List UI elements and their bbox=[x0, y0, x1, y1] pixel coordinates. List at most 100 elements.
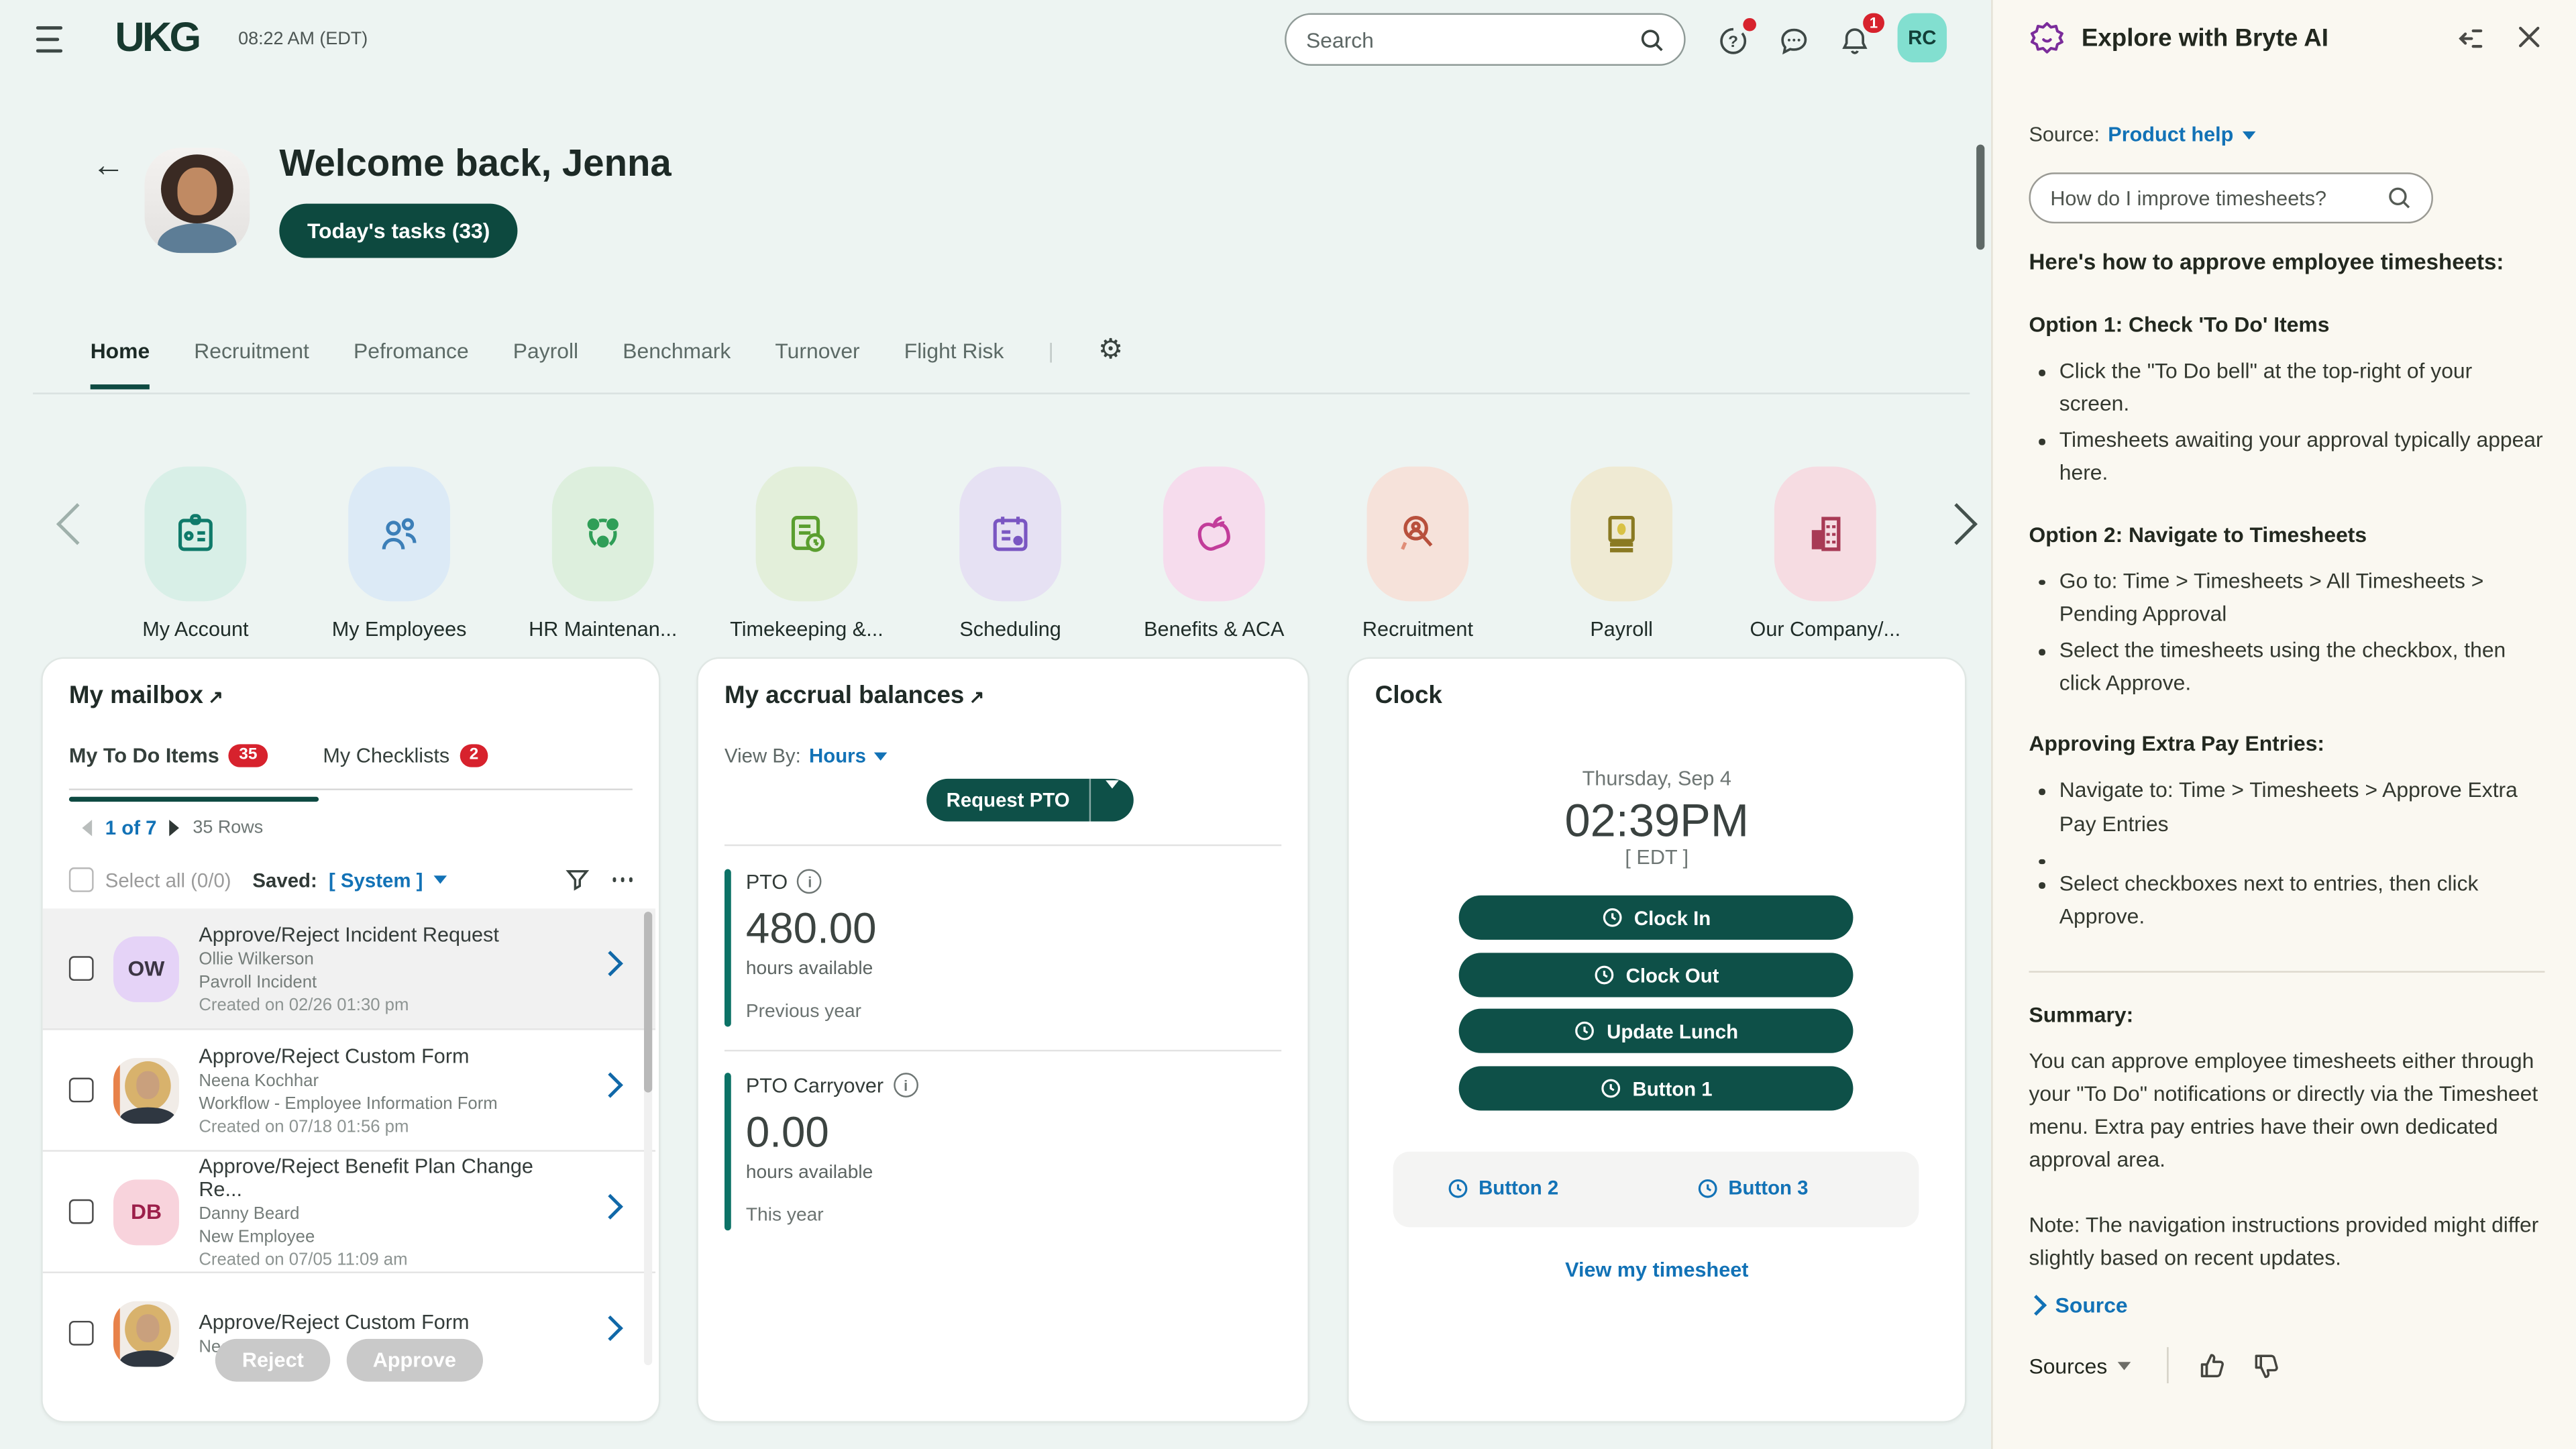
user-avatar[interactable]: RC bbox=[1898, 13, 1947, 62]
global-search-input[interactable]: Search bbox=[1285, 13, 1686, 66]
hamburger-menu-icon[interactable] bbox=[36, 26, 69, 52]
page-title: Welcome back, Jenna bbox=[279, 142, 671, 186]
view-my-timesheet-link[interactable]: View my timesheet bbox=[1349, 1258, 1965, 1281]
pto-balance: PTOi 480.00 hours available Previous yea… bbox=[724, 869, 1267, 1027]
button-1[interactable]: Button 1 bbox=[1459, 1066, 1854, 1110]
item-chevron-icon[interactable] bbox=[598, 1316, 623, 1341]
more-options-icon[interactable] bbox=[612, 877, 633, 881]
notifications-bell-icon[interactable]: 1 bbox=[1837, 23, 1873, 59]
sources-dropdown[interactable]: Sources bbox=[2029, 1353, 2107, 1378]
chevron-right-icon bbox=[2026, 1295, 2047, 1316]
tab-recruitment[interactable]: Recruitment bbox=[194, 338, 309, 384]
app-tile-hr-maintenance[interactable]: HR Maintenan... bbox=[513, 467, 693, 641]
source-caret-icon[interactable] bbox=[2242, 131, 2255, 139]
app-tile-recruitment[interactable]: Recruitment bbox=[1328, 467, 1508, 641]
request-pto-caret-icon[interactable] bbox=[1091, 789, 1134, 812]
thumbs-down-icon[interactable] bbox=[2252, 1351, 2280, 1379]
tab-turnover[interactable]: Turnover bbox=[775, 338, 859, 384]
divider bbox=[724, 1050, 1281, 1051]
active-tab-underline bbox=[69, 797, 319, 802]
thumbs-up-icon[interactable] bbox=[2198, 1351, 2226, 1379]
item-chevron-icon[interactable] bbox=[598, 1073, 623, 1098]
todo-item-custom-form-1[interactable]: Approve/Reject Custom Form Neena Kochhar… bbox=[43, 1030, 655, 1152]
approve-button[interactable]: Approve bbox=[347, 1339, 483, 1382]
tab-my-checklists[interactable]: My Checklists2 bbox=[323, 744, 488, 767]
chat-icon[interactable] bbox=[1776, 23, 1812, 59]
clock-in-button[interactable]: Clock In bbox=[1459, 896, 1854, 940]
external-link-icon[interactable]: ↗ bbox=[208, 688, 223, 708]
app-tile-benefits[interactable]: Benefits & ACA bbox=[1124, 467, 1304, 641]
bryte-ai-panel: Explore with Bryte AI Source: Product he… bbox=[1991, 0, 2576, 1449]
saved-label: Saved: bbox=[252, 868, 317, 891]
ukg-logo: UKG bbox=[115, 15, 199, 62]
info-icon[interactable]: i bbox=[894, 1073, 918, 1097]
info-icon[interactable]: i bbox=[798, 869, 822, 894]
close-icon[interactable] bbox=[2517, 24, 2542, 49]
clock-icon bbox=[1448, 1177, 1469, 1199]
bryte-search-input[interactable]: How do I improve timesheets? bbox=[2029, 172, 2432, 223]
back-arrow-icon[interactable]: ← bbox=[92, 148, 125, 185]
tab-flight-risk[interactable]: Flight Risk bbox=[904, 338, 1004, 384]
update-lunch-button[interactable]: Update Lunch bbox=[1459, 1009, 1854, 1053]
app-tile-my-employees[interactable]: My Employees bbox=[309, 467, 489, 641]
clock-icon bbox=[1600, 1078, 1621, 1099]
saved-filter-value[interactable]: [ System ] bbox=[329, 868, 423, 891]
clock-icon bbox=[1697, 1177, 1719, 1199]
saved-filter-caret-icon[interactable] bbox=[435, 875, 448, 883]
todays-tasks-button[interactable]: Today's tasks (33) bbox=[279, 204, 518, 258]
external-link-icon[interactable]: ↗ bbox=[969, 688, 985, 708]
svg-text:?: ? bbox=[1728, 33, 1738, 51]
help-icon[interactable]: ? bbox=[1715, 23, 1752, 59]
clock-card: Clock Thursday, Sep 4 02:39PM [ EDT ] Cl… bbox=[1347, 657, 1966, 1423]
app-tile-timekeeping[interactable]: Timekeeping &... bbox=[716, 467, 897, 641]
filter-funnel-icon[interactable] bbox=[564, 867, 589, 892]
apple-icon bbox=[1163, 467, 1265, 602]
tab-performance[interactable]: Pefromance bbox=[354, 338, 469, 384]
view-by-label: View By: bbox=[724, 744, 801, 767]
app-tile-scheduling[interactable]: Scheduling bbox=[920, 467, 1100, 641]
app-tile-payroll[interactable]: Payroll bbox=[1531, 467, 1711, 641]
item-checkbox[interactable] bbox=[69, 1078, 94, 1103]
buildings-icon bbox=[1774, 467, 1876, 602]
note-text: Note: The navigation instructions provid… bbox=[2029, 1210, 2544, 1276]
button-2[interactable]: Button 2 bbox=[1448, 1176, 1559, 1199]
expand-panel-icon[interactable] bbox=[2456, 24, 2484, 52]
mailbox-scrollbar-thumb[interactable] bbox=[644, 912, 652, 1092]
source-value[interactable]: Product help bbox=[2108, 123, 2233, 146]
app-tile-our-company[interactable]: Our Company/... bbox=[1735, 467, 1915, 641]
todo-item-incident-request[interactable]: OW Approve/Reject Incident Request Ollie… bbox=[43, 908, 655, 1030]
clock-icon bbox=[1601, 907, 1623, 928]
page-scrollbar-thumb[interactable] bbox=[1976, 145, 1984, 250]
app-tile-my-account[interactable]: My Account bbox=[105, 467, 286, 641]
avatar-neena bbox=[113, 1057, 179, 1123]
source-link[interactable]: Source bbox=[2029, 1293, 2127, 1318]
carousel-left-chevron-icon[interactable] bbox=[56, 503, 98, 545]
mailbox-card: My mailbox↗ My To Do Items35 My Checklis… bbox=[41, 657, 660, 1423]
item-chevron-icon[interactable] bbox=[598, 951, 623, 976]
option-1-heading: Option 1: Check 'To Do' Items bbox=[2029, 309, 2544, 341]
button-3[interactable]: Button 3 bbox=[1697, 1176, 1809, 1199]
extra-pay-heading: Approving Extra Pay Entries: bbox=[2029, 729, 2544, 761]
tab-home[interactable]: Home bbox=[91, 338, 150, 389]
todo-item-benefit-plan[interactable]: DB Approve/Reject Benefit Plan Change Re… bbox=[43, 1152, 655, 1273]
item-checkbox[interactable] bbox=[69, 1199, 94, 1224]
row-count: 35 Rows bbox=[193, 818, 263, 838]
tab-my-todo-items[interactable]: My To Do Items35 bbox=[69, 744, 267, 767]
carousel-right-chevron-icon[interactable] bbox=[1936, 503, 1978, 545]
request-pto-button[interactable]: Request PTO bbox=[926, 779, 1134, 822]
item-checkbox[interactable] bbox=[69, 956, 94, 981]
select-all-checkbox[interactable] bbox=[69, 867, 94, 892]
tab-payroll[interactable]: Payroll bbox=[513, 338, 578, 384]
view-by-caret-icon[interactable] bbox=[874, 751, 888, 759]
item-chevron-icon[interactable] bbox=[598, 1194, 623, 1220]
prev-page-icon[interactable] bbox=[82, 820, 92, 836]
sources-caret-icon[interactable] bbox=[2117, 1361, 2131, 1369]
pto-hours-value: 480.00 bbox=[746, 904, 1267, 955]
next-page-icon[interactable] bbox=[170, 820, 180, 836]
reject-button[interactable]: Reject bbox=[216, 1339, 330, 1382]
people-icon bbox=[348, 467, 450, 602]
clock-out-button[interactable]: Clock Out bbox=[1459, 953, 1854, 997]
tabs-settings-gear-icon[interactable]: ⚙ bbox=[1098, 333, 1123, 366]
tab-benchmark[interactable]: Benchmark bbox=[623, 338, 731, 384]
view-by-value[interactable]: Hours bbox=[809, 744, 866, 767]
